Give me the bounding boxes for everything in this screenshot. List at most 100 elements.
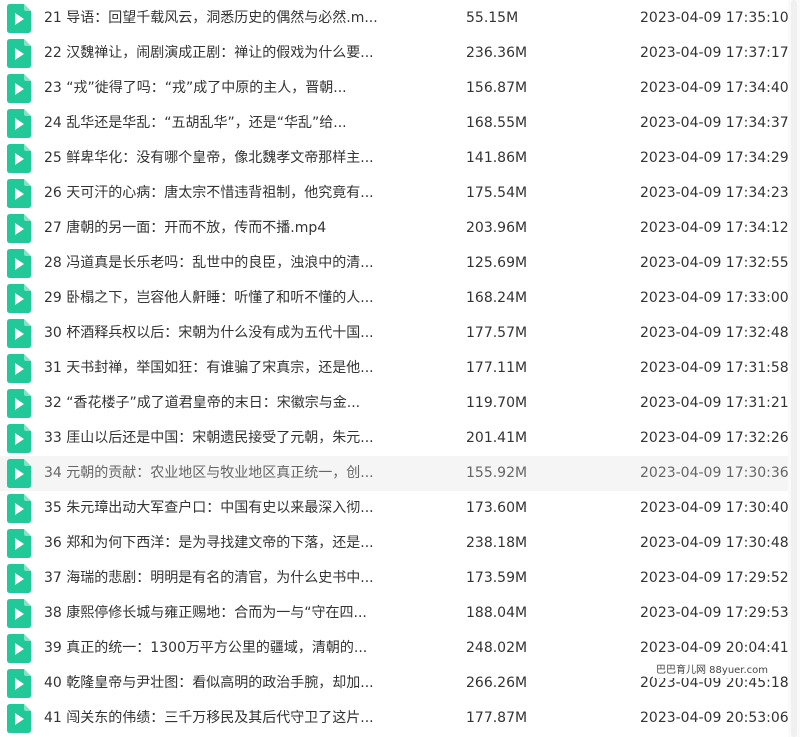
file-name[interactable]: 27 唐朝的另一面：开而不放，传而不播.mp4: [44, 211, 404, 246]
video-file-icon: [7, 634, 31, 663]
file-row[interactable]: 29 卧榻之下，岂容他人鼾睡：听懂了和听不懂的人... 168.24M 2023-0…: [0, 281, 789, 316]
file-size: 125.69M: [466, 255, 528, 271]
file-name[interactable]: 24 乱华还是华乱：“五胡乱华”，还是“华乱”给...: [44, 106, 404, 141]
file-size: 156.87M: [466, 80, 528, 96]
file-date: 2023-04-09 17:34:40: [640, 80, 789, 96]
file-date: 2023-04-09 17:30:48: [640, 535, 789, 551]
video-file-icon: [7, 249, 31, 278]
file-size: 248.02M: [466, 640, 528, 656]
scrollbar-thumb[interactable]: [791, 0, 797, 737]
file-name[interactable]: 34 元朝的贡献：农业地区与牧业地区真正统一，创...: [44, 456, 404, 491]
file-name[interactable]: 33 厓山以后还是中国：宋朝遗民接受了元朝，朱元...: [44, 421, 404, 456]
file-date: 2023-04-09 17:37:17: [640, 45, 789, 61]
video-file-icon: [7, 529, 31, 558]
file-date: 2023-04-09 17:35:10: [640, 10, 789, 26]
file-row[interactable]: 27 唐朝的另一面：开而不放，传而不播.mp4 203.96M 2023-04-09…: [0, 211, 789, 246]
file-size: 173.60M: [466, 500, 528, 516]
file-row[interactable]: 36 郑和为何下西洋：是为寻找建文帝的下落，还是... 238.18M 2023-0…: [0, 526, 789, 561]
file-row[interactable]: 28 冯道真是长乐老吗：乱世中的良臣，浊浪中的清... 125.69M 2023-0…: [0, 246, 789, 281]
video-file-icon: [7, 39, 31, 68]
video-file-icon: [7, 599, 31, 628]
file-name[interactable]: 30 杯酒释兵权以后：宋朝为什么没有成为五代十国...: [44, 316, 404, 351]
file-row[interactable]: 39 真正的统一：1300万平方公里的疆域，清朝的... 248.02M 2023-…: [0, 631, 789, 666]
file-name[interactable]: 29 卧榻之下，岂容他人鼾睡：听懂了和听不懂的人...: [44, 281, 404, 316]
file-size: 266.26M: [466, 675, 528, 691]
file-size: 155.92M: [466, 465, 528, 481]
video-file-icon: [7, 459, 31, 488]
video-file-icon: [7, 214, 31, 243]
video-file-icon: [7, 109, 31, 138]
file-row[interactable]: 30 杯酒释兵权以后：宋朝为什么没有成为五代十国... 177.57M 2023-0…: [0, 316, 789, 351]
file-size: 168.55M: [466, 115, 528, 131]
file-size: 238.18M: [466, 535, 528, 551]
file-name[interactable]: 41 闯关东的伟绩：三千万移民及其后代守卫了这片...: [44, 701, 404, 736]
video-file-icon: [7, 389, 31, 418]
video-file-icon: [7, 704, 31, 733]
file-row[interactable]: 24 乱华还是华乱：“五胡乱华”，还是“华乱”给... 168.55M 2023-0…: [0, 106, 789, 141]
file-date: 2023-04-09 17:32:26: [640, 430, 789, 446]
file-row[interactable]: 41 闯关东的伟绩：三千万移民及其后代守卫了这片... 177.87M 2023-0…: [0, 701, 789, 736]
scrollbar[interactable]: [788, 0, 800, 737]
file-date: 2023-04-09 20:04:41: [640, 640, 789, 656]
file-date: 2023-04-09 17:34:29: [640, 150, 789, 166]
file-size: 173.59M: [466, 570, 528, 586]
video-file-icon: [7, 4, 31, 33]
video-file-icon: [7, 74, 31, 103]
file-size: 175.54M: [466, 185, 528, 201]
video-file-icon: [7, 319, 31, 348]
file-size: 168.24M: [466, 290, 528, 306]
file-size: 201.41M: [466, 430, 528, 446]
file-date: 2023-04-09 17:30:36: [640, 465, 789, 481]
file-name[interactable]: 40 乾隆皇帝与尹壮图：看似高明的政治手腕，却加...: [44, 666, 404, 701]
file-name[interactable]: 38 康熙停修长城与雍正赐地：合而为一与“守在四...: [44, 596, 404, 631]
file-name[interactable]: 31 天书封禅，举国如狂：有谁骗了宋真宗，还是他...: [44, 351, 404, 386]
file-name[interactable]: 25 鲜卑华化：没有哪个皇帝，像北魏孝文帝那样主...: [44, 141, 404, 176]
file-row[interactable]: 22 汉魏禅让，闹剧演成正剧：禅让的假戏为什么要... 236.36M 2023-0…: [0, 36, 789, 71]
file-size: 177.11M: [466, 360, 528, 376]
file-date: 2023-04-09 17:31:21: [640, 395, 789, 411]
file-name[interactable]: 22 汉魏禅让，闹剧演成正剧：禅让的假戏为什么要...: [44, 36, 404, 71]
file-row[interactable]: 38 康熙停修长城与雍正赐地：合而为一与“守在四... 188.04M 2023-0…: [0, 596, 789, 631]
file-date: 2023-04-09 17:34:37: [640, 115, 789, 131]
file-size: 188.04M: [466, 605, 528, 621]
video-file-icon: [7, 284, 31, 313]
file-row[interactable]: 21 导语：回望千载风云，洞悉历史的偶然与必然.m... 55.15M 2023-0…: [0, 1, 789, 36]
file-size: 203.96M: [466, 220, 528, 236]
file-row[interactable]: 33 厓山以后还是中国：宋朝遗民接受了元朝，朱元... 201.41M 2023-0…: [0, 421, 789, 456]
file-name[interactable]: 23 “戎”徙得了吗：“戎”成了中原的主人，晋朝...: [44, 71, 404, 106]
video-file-icon: [7, 144, 31, 173]
file-row[interactable]: 32 “香花楼子”成了道君皇帝的末日：宋徽宗与金... 119.70M 2023-0…: [0, 386, 789, 421]
watermark: 巴巴育儿网 88yuer.com: [653, 664, 772, 678]
file-date: 2023-04-09 17:32:55: [640, 255, 789, 271]
file-name[interactable]: 28 冯道真是长乐老吗：乱世中的良臣，浊浪中的清...: [44, 246, 404, 281]
file-name[interactable]: 35 朱元璋出动大军查户口：中国有史以来最深入彻...: [44, 491, 404, 526]
video-file-icon: [7, 179, 31, 208]
file-date: 2023-04-09 20:53:06: [640, 710, 789, 726]
file-row[interactable]: 26 天可汗的心病：唐太宗不惜违背祖制，他究竟有... 175.54M 2023-0…: [0, 176, 789, 211]
file-size: 55.15M: [466, 10, 519, 26]
file-name[interactable]: 26 天可汗的心病：唐太宗不惜违背祖制，他究竟有...: [44, 176, 404, 211]
file-row[interactable]: 34 元朝的贡献：农业地区与牧业地区真正统一，创... 155.92M 2023-0…: [0, 456, 789, 491]
file-date: 2023-04-09 17:30:40: [640, 500, 789, 516]
video-file-icon: [7, 494, 31, 523]
file-name[interactable]: 39 真正的统一：1300万平方公里的疆域，清朝的...: [44, 631, 404, 666]
video-file-icon: [7, 354, 31, 383]
file-date: 2023-04-09 17:34:12: [640, 220, 789, 236]
file-row[interactable]: 31 天书封禅，举国如狂：有谁骗了宋真宗，还是他... 177.11M 2023-0…: [0, 351, 789, 386]
file-date: 2023-04-09 17:29:53: [640, 605, 789, 621]
file-row[interactable]: 23 “戎”徙得了吗：“戎”成了中原的主人，晋朝... 156.87M 2023-0…: [0, 71, 789, 106]
file-name[interactable]: 21 导语：回望千载风云，洞悉历史的偶然与必然.m...: [44, 1, 404, 36]
file-row[interactable]: 25 鲜卑华化：没有哪个皇帝，像北魏孝文帝那样主... 141.86M 2023-0…: [0, 141, 789, 176]
file-size: 236.36M: [466, 45, 528, 61]
file-name[interactable]: 36 郑和为何下西洋：是为寻找建文帝的下落，还是...: [44, 526, 404, 561]
file-row[interactable]: 37 海瑞的悲剧：明明是有名的清官，为什么史书中... 173.59M 2023-0…: [0, 561, 789, 596]
file-date: 2023-04-09 17:33:00: [640, 290, 789, 306]
file-row[interactable]: 35 朱元璋出动大军查户口：中国有史以来最深入彻... 173.60M 2023-0…: [0, 491, 789, 526]
file-size: 177.57M: [466, 325, 528, 341]
file-date: 2023-04-09 17:31:58: [640, 360, 789, 376]
file-name[interactable]: 32 “香花楼子”成了道君皇帝的末日：宋徽宗与金...: [44, 386, 404, 421]
file-name[interactable]: 37 海瑞的悲剧：明明是有名的清官，为什么史书中...: [44, 561, 404, 596]
video-file-icon: [7, 669, 31, 698]
file-size: 119.70M: [466, 395, 528, 411]
file-size: 177.87M: [466, 710, 528, 726]
